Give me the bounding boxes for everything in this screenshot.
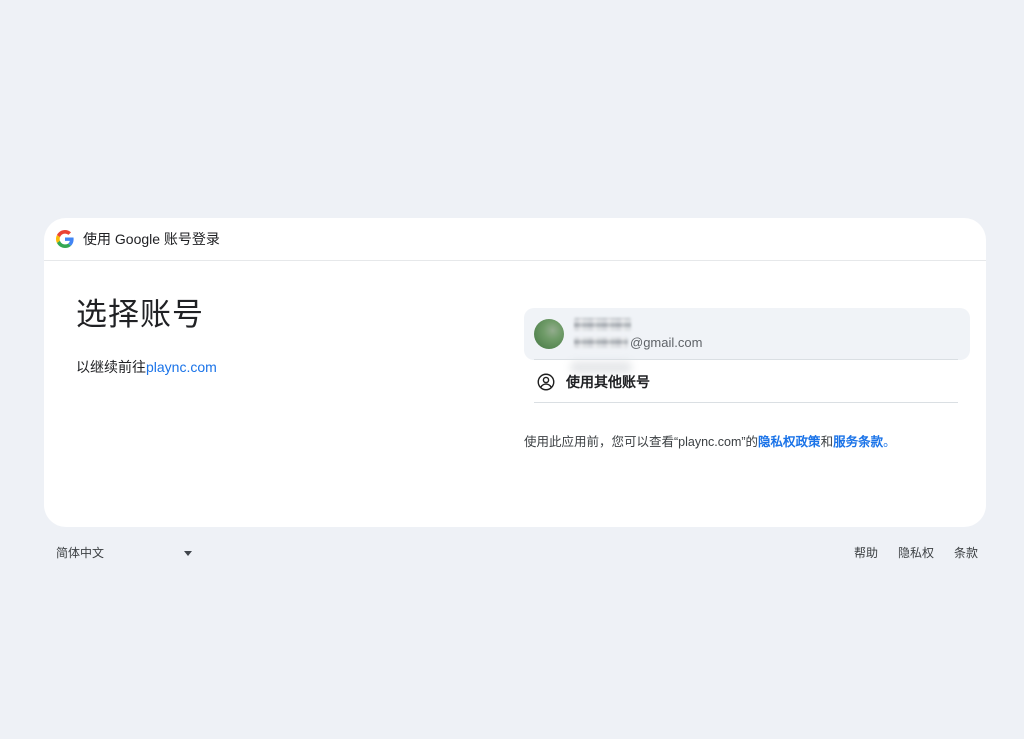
divider [534,359,958,360]
card-header: 使用 Google 账号登录 [44,218,986,261]
terms-of-service-link[interactable]: 服务条款 [833,435,883,449]
account-email: @gmail.com [574,335,702,350]
signin-with-google-label: 使用 Google 账号登录 [83,229,220,249]
account-list-item[interactable]: @gmail.com [524,308,970,360]
disclaimer-text: 使用此应用前，您可以查看“plaync.com”的 [524,435,758,449]
disclaimer-conjunction: 和 [821,435,834,449]
email-domain: @gmail.com [630,335,702,350]
use-another-account-label: 使用其他账号 [566,372,650,392]
disclaimer-period: 。 [883,435,896,449]
destination-link[interactable]: plaync.com [146,359,217,375]
help-link[interactable]: 帮助 [854,546,878,560]
redacted-account-name [574,318,631,331]
google-signin-page: 使用 Google 账号登录 选择账号 以继续前往plaync.com @gma… [0,0,1024,739]
account-texts: @gmail.com [574,318,702,350]
footer-links: 帮助 隐私权 条款 [854,546,978,560]
consent-disclaimer: 使用此应用前，您可以查看“plaync.com”的隐私权政策和服务条款。 [524,434,964,451]
divider [534,402,958,403]
page-title: 选择账号 [76,297,204,333]
google-g-icon [56,230,74,248]
continue-prefix: 以继续前往 [76,359,146,375]
continue-to-text: 以继续前往plaync.com [76,358,217,376]
arrow-drop-down-icon [184,551,192,556]
language-value: 简体中文 [56,546,104,560]
privacy-footer-link[interactable]: 隐私权 [898,546,934,560]
redacted-email-prefix [574,337,628,348]
terms-footer-link[interactable]: 条款 [954,546,978,560]
privacy-policy-link[interactable]: 隐私权政策 [758,435,821,449]
use-another-account-button[interactable]: 使用其他账号 [524,361,970,402]
language-selector[interactable]: 简体中文 [56,546,192,560]
signin-card: 使用 Google 账号登录 选择账号 以继续前往plaync.com @gma… [44,218,986,527]
avatar [534,319,564,349]
account-circle-icon [536,372,556,392]
